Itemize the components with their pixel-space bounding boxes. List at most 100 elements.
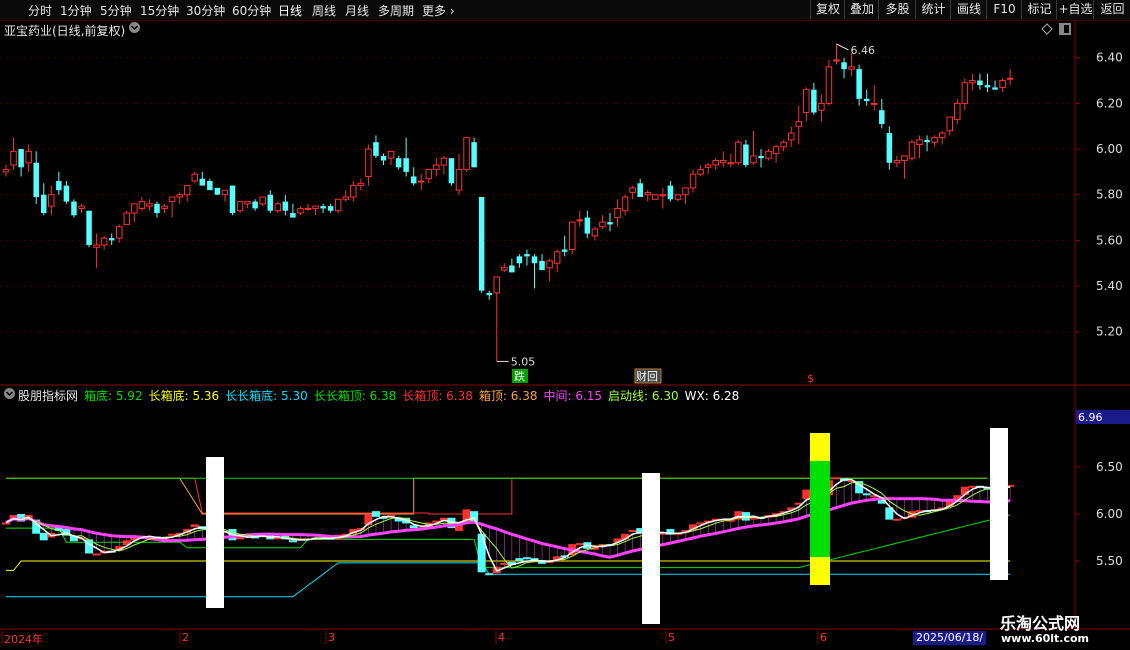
candle-body [146, 203, 153, 207]
candle-body [841, 62, 847, 70]
period-tab[interactable]: 15分钟 [140, 2, 179, 19]
candle [938, 130, 946, 145]
legend-label: 中间: [543, 389, 576, 403]
legend-label: 箱底: [84, 389, 116, 403]
candle [493, 276, 500, 362]
candle-body [954, 102, 961, 120]
start-line [5, 481, 1011, 569]
candle-body [267, 194, 273, 211]
candle-body [191, 173, 198, 182]
candle [787, 126, 795, 147]
candle [410, 167, 417, 186]
toolbar-button[interactable]: 统计 [915, 0, 951, 19]
candle [931, 135, 938, 147]
candle-body [509, 265, 515, 273]
candle [758, 149, 764, 168]
period-tab[interactable]: 更多 › [422, 2, 455, 19]
toolbar-button[interactable]: F10 [986, 0, 1022, 19]
candle-body [252, 201, 258, 209]
candle [712, 158, 719, 170]
toolbar-button[interactable]: 多股 [878, 0, 916, 19]
candle [471, 137, 477, 168]
candle-body [848, 66, 855, 70]
high-pointer [836, 43, 849, 51]
legend-item: 中间: 6.15 [543, 389, 602, 403]
candle [584, 210, 591, 239]
candle-body [403, 158, 409, 172]
y-tick-label: 6.20 [1096, 96, 1123, 110]
legend-item: 箱底: 5.92 [84, 389, 143, 403]
candle [236, 201, 244, 213]
chevron-down-icon[interactable] [3, 387, 16, 403]
period-tab[interactable]: 1分钟 [60, 2, 92, 19]
candle [252, 199, 258, 211]
candle [682, 187, 689, 204]
period-tab[interactable]: 分时 [28, 2, 52, 19]
chevron-down-icon[interactable] [128, 21, 141, 37]
indicator-candle [628, 529, 637, 532]
candle [599, 215, 606, 229]
candle-body [893, 159, 901, 164]
toolbar-button[interactable]: 复权 [810, 0, 845, 19]
indicator-candle [485, 573, 494, 576]
candle-body [931, 137, 938, 143]
candle [259, 196, 266, 207]
toolbar-button[interactable]: 叠加 [844, 0, 879, 19]
indicator-candle [802, 489, 811, 499]
candle-body [78, 205, 85, 209]
candle [108, 233, 115, 245]
period-tab[interactable]: 日线 [278, 2, 302, 19]
candle-body [1006, 77, 1014, 80]
period-tab[interactable]: 30分钟 [186, 2, 225, 19]
candle-body [100, 237, 108, 246]
box-bottom-line [6, 514, 1011, 569]
diamond-icon[interactable] [1041, 23, 1053, 38]
candle [312, 205, 319, 216]
candle-body [380, 155, 387, 161]
candle-body [207, 181, 213, 191]
candle [652, 194, 659, 200]
signal-bar-mid [810, 461, 830, 557]
period-tab[interactable]: 周线 [312, 2, 336, 19]
toolbar-button[interactable]: 画线 [950, 0, 987, 19]
candle-body [116, 226, 123, 239]
candle [871, 85, 878, 111]
legend-item: WX: 6.28 [685, 389, 740, 403]
candle-body [312, 205, 319, 209]
toolbar-button[interactable]: +自选 [1056, 0, 1094, 19]
period-tab[interactable]: 5分钟 [100, 2, 132, 19]
price-chart-pane[interactable]: 6.40 6.20 6.00 5.80 5.60 5.40 5.20 6.46 5.05 跌 财回 $… [0, 20, 1130, 386]
stock-title: 亚宝药业(日线,前复权) [4, 24, 126, 38]
signal-bar [642, 473, 660, 624]
candle [282, 194, 289, 216]
candle [999, 78, 1006, 92]
period-tab[interactable]: 月线 [345, 2, 369, 19]
candle-body [629, 187, 636, 193]
candle [946, 116, 953, 136]
candle-body [524, 254, 530, 257]
legend-value: 6.15 [575, 389, 603, 403]
candle-body [682, 187, 689, 196]
candle [418, 174, 425, 191]
candle-body [659, 194, 667, 197]
legend-label: 长箱顶: [402, 389, 447, 403]
candle [901, 155, 908, 179]
candle [765, 149, 772, 161]
candle [41, 183, 47, 216]
toolbar-button[interactable]: 标记 [1021, 0, 1057, 19]
period-tab[interactable]: 多周期 [378, 2, 414, 19]
candle [425, 169, 433, 184]
indicator-pane[interactable]: 6.96 6.50 6.00 5.50 股朋指标网 箱底: 5.92 长箱底: 5.36… [0, 386, 1130, 630]
candle-body [750, 155, 757, 164]
candle-body [71, 201, 77, 216]
period-tab[interactable]: 60分钟 [232, 2, 271, 19]
candle [735, 139, 742, 166]
candle-body [478, 197, 485, 291]
candle [191, 171, 198, 184]
toolbar-button[interactable]: 返回 [1093, 0, 1130, 19]
candle-body [924, 139, 930, 143]
candle [908, 139, 916, 161]
indicator-candle [522, 557, 531, 560]
candle [207, 178, 213, 191]
panel-toggle-icon[interactable] [1058, 22, 1072, 39]
